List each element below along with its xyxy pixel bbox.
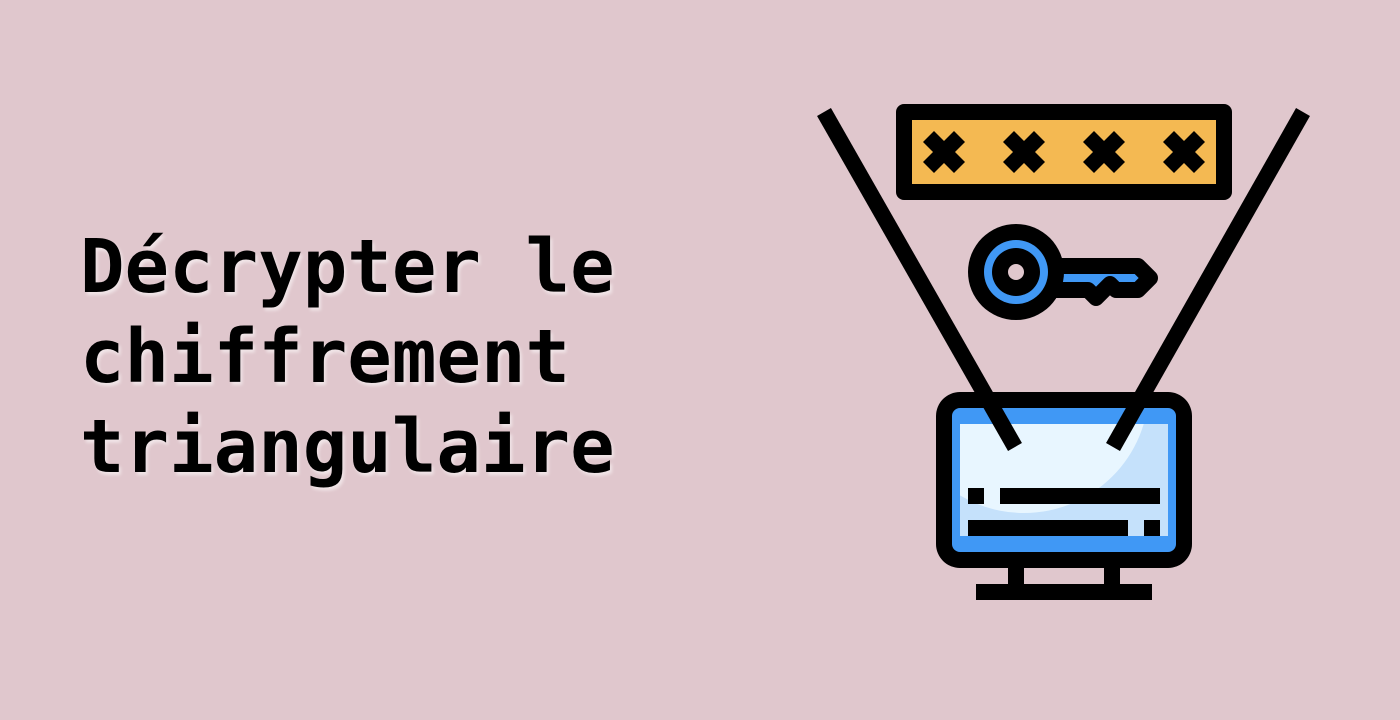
key-icon xyxy=(968,224,1158,320)
decryption-illustration xyxy=(817,104,1310,600)
password-field-icon xyxy=(896,104,1232,200)
